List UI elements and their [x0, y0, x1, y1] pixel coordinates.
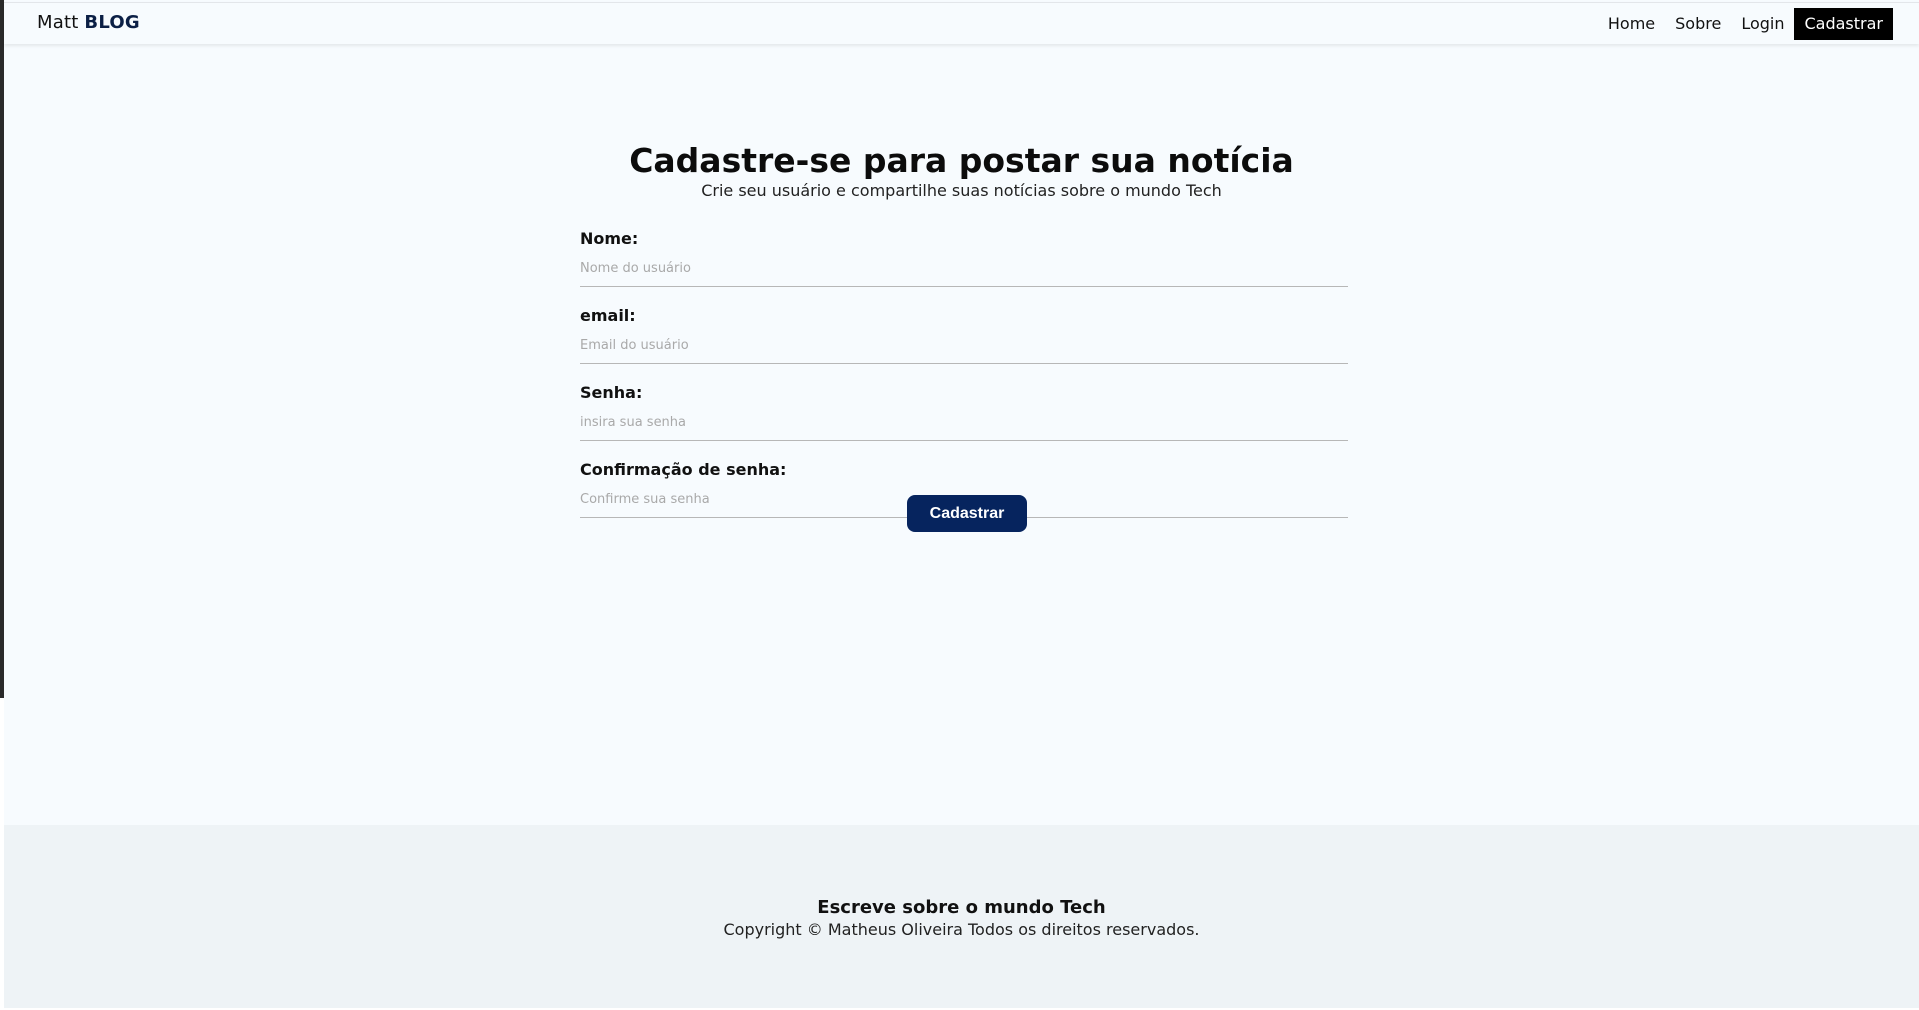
email-label: email: [580, 306, 636, 325]
footer: Escreve sobre o mundo Tech Copyright © M… [4, 825, 1919, 1008]
senha-label: Senha: [580, 383, 643, 402]
nav-link-cadastrar[interactable]: Cadastrar [1794, 8, 1893, 40]
senha-input[interactable] [580, 405, 1348, 441]
page-title: Cadastre-se para postar sua notícia [629, 141, 1294, 180]
signup-form: Nome: email: Senha: Confirmação de senha… [580, 229, 1348, 537]
field-senha: Senha: [580, 383, 1348, 460]
brand-name-strong: BLOG [84, 12, 140, 33]
footer-title: Escreve sobre o mundo Tech [817, 897, 1106, 918]
nome-label: Nome: [580, 229, 639, 248]
field-email: email: [580, 306, 1348, 383]
nav-link-home[interactable]: Home [1598, 8, 1665, 40]
nome-input[interactable] [580, 251, 1348, 287]
brand-name-light: Matt [37, 12, 79, 33]
page: Matt BLOG Home Sobre Login Cadastrar Cad… [4, 0, 1919, 1008]
footer-copyright: Copyright © Matheus Oliveira Todos os di… [723, 920, 1200, 939]
nav-link-login[interactable]: Login [1731, 8, 1794, 40]
navbar: Matt BLOG Home Sobre Login Cadastrar [4, 2, 1919, 44]
email-input[interactable] [580, 328, 1348, 364]
page-subtitle: Crie seu usuário e compartilhe suas notí… [701, 181, 1222, 200]
cadastrar-button[interactable]: Cadastrar [907, 495, 1027, 532]
nav-link-sobre[interactable]: Sobre [1665, 8, 1731, 40]
field-nome: Nome: [580, 229, 1348, 306]
main-content: Cadastre-se para postar sua notícia Crie… [4, 43, 1919, 825]
main-nav: Home Sobre Login Cadastrar [1598, 8, 1893, 40]
confirmacao-senha-label: Confirmação de senha: [580, 460, 787, 479]
brand-logo[interactable]: Matt BLOG [37, 12, 140, 33]
